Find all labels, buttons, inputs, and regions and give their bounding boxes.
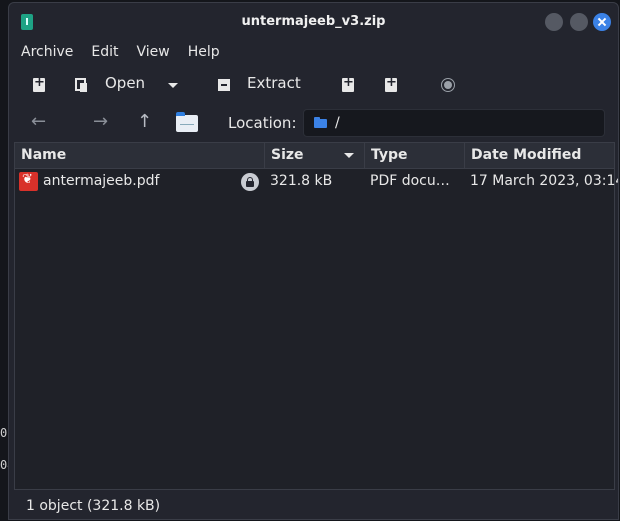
open-dropdown-chevron-down-icon[interactable] bbox=[168, 83, 178, 88]
menu-edit[interactable]: Edit bbox=[85, 41, 124, 63]
add-files-icon[interactable] bbox=[342, 75, 354, 92]
location-input[interactable]: / bbox=[303, 109, 605, 137]
file-date-modified: 17 March 2023, 03:14 bbox=[470, 173, 619, 189]
column-header-size[interactable]: Size bbox=[265, 143, 365, 168]
file-type: PDF document bbox=[370, 173, 462, 189]
column-header-date-modified[interactable]: Date Modified bbox=[465, 143, 616, 168]
pdf-file-icon bbox=[19, 172, 38, 191]
location-value: / bbox=[335, 115, 340, 131]
location-bar: ← → ↑ Location: / bbox=[9, 105, 618, 141]
table-row[interactable]: antermajeeb.pdf 321.8 kB PDF document 17… bbox=[15, 169, 618, 195]
menubar: Archive Edit View Help bbox=[9, 41, 226, 63]
stop-record-icon[interactable] bbox=[441, 78, 455, 92]
minimize-button[interactable] bbox=[545, 13, 563, 31]
open-button[interactable]: Open bbox=[105, 74, 145, 92]
toolbar: Open Extract bbox=[9, 65, 618, 103]
open-icon[interactable] bbox=[75, 78, 87, 92]
maximize-button[interactable] bbox=[570, 13, 588, 31]
new-archive-icon[interactable] bbox=[33, 75, 45, 92]
up-arrow-icon[interactable]: ↑ bbox=[137, 111, 152, 132]
window-title: untermajeeb_v3.zip bbox=[241, 14, 386, 29]
menu-view[interactable]: View bbox=[131, 41, 176, 63]
menu-help[interactable]: Help bbox=[182, 41, 226, 63]
status-text: 1 object (321.8 kB) bbox=[26, 498, 161, 514]
file-size: 321.8 kB bbox=[270, 173, 333, 189]
extract-button[interactable]: Extract bbox=[247, 74, 301, 92]
titlebar: untermajeeb_v3.zip bbox=[9, 3, 618, 41]
close-button[interactable] bbox=[593, 13, 611, 31]
lock-icon bbox=[241, 173, 259, 191]
location-label: Location: bbox=[228, 114, 297, 132]
background-text: 0 bbox=[0, 426, 8, 440]
folder-icon bbox=[314, 117, 327, 128]
forward-arrow-icon[interactable]: → bbox=[93, 111, 108, 132]
file-list: Name Size Type Date Modified antermajeeb… bbox=[14, 142, 618, 490]
status-bar: 1 object (321.8 kB) bbox=[9, 493, 618, 519]
extract-icon[interactable] bbox=[218, 79, 230, 91]
file-name: antermajeeb.pdf bbox=[43, 173, 160, 189]
column-header-type[interactable]: Type bbox=[365, 143, 465, 168]
archive-manager-window: untermajeeb_v3.zip Archive Edit View Hel… bbox=[8, 2, 619, 520]
sort-chevron-down-icon bbox=[344, 153, 354, 158]
menu-archive[interactable]: Archive bbox=[15, 41, 79, 63]
file-list-header: Name Size Type Date Modified bbox=[15, 143, 614, 169]
column-header-size-label: Size bbox=[271, 147, 304, 163]
back-arrow-icon[interactable]: ← bbox=[31, 111, 46, 132]
home-folder-icon[interactable] bbox=[176, 112, 198, 132]
column-header-name[interactable]: Name bbox=[15, 143, 265, 168]
add-folder-icon[interactable] bbox=[385, 75, 397, 92]
